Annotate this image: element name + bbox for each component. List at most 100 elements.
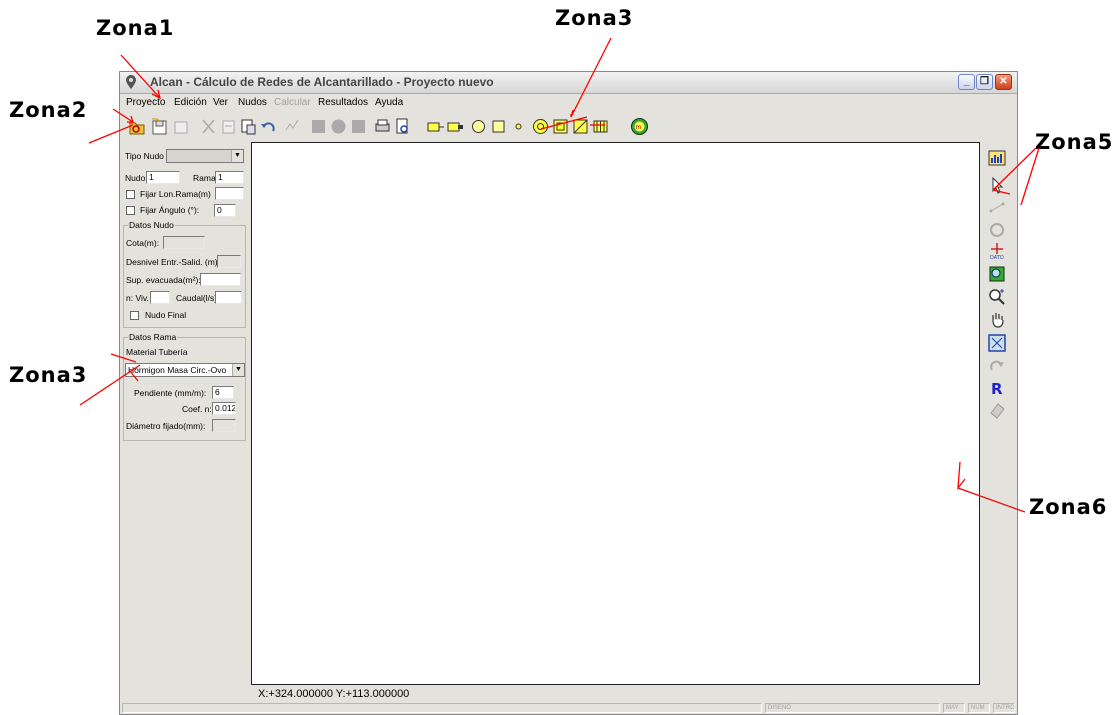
- eraser-icon[interactable]: [988, 401, 1006, 419]
- sup-evacuada-field[interactable]: [200, 273, 241, 286]
- meter-icon[interactable]: m: [630, 116, 649, 137]
- grid-node-icon[interactable]: [591, 116, 610, 137]
- box-node-icon[interactable]: [551, 116, 570, 137]
- window-title: Alcan - Cálculo de Redes de Alcantarilla…: [150, 75, 494, 89]
- restore-icon[interactable]: ❐: [976, 74, 993, 90]
- menu-edicion[interactable]: Edición: [174, 97, 207, 108]
- cota-field[interactable]: [163, 236, 205, 249]
- status-num: NUM: [968, 703, 990, 713]
- app-window: Alcan - Cálculo de Redes de Alcantarilla…: [119, 71, 1018, 715]
- status-intro: INTRO: [993, 703, 1015, 713]
- menu-resultados[interactable]: Resultados: [318, 97, 368, 108]
- diagonal-node-icon[interactable]: [571, 116, 590, 137]
- fijar-lon-checkbox[interactable]: [126, 190, 135, 199]
- open-folder-icon[interactable]: [128, 116, 147, 137]
- menu-nudos[interactable]: Nudos: [238, 97, 267, 108]
- hand-pan-icon[interactable]: [988, 311, 1006, 329]
- nudo-final-label: Nudo Final: [145, 310, 187, 320]
- coef-n-field[interactable]: 0.012: [212, 402, 236, 415]
- close-icon[interactable]: ✕: [995, 74, 1012, 90]
- menu-calcular[interactable]: Calcular: [274, 97, 311, 108]
- coef-n-label: Coef. n:: [182, 404, 212, 414]
- desnivel-field[interactable]: [217, 255, 241, 268]
- main-toolbar: m: [120, 112, 1017, 142]
- node-circle-icon[interactable]: [329, 116, 348, 137]
- datos-rama-title: Datos Rama: [128, 332, 178, 342]
- svg-text:DATO: DATO: [990, 255, 1004, 260]
- dot-node-icon[interactable]: [509, 116, 528, 137]
- nudo-label: Nudo: [125, 173, 146, 183]
- print-preview-icon[interactable]: [393, 116, 412, 137]
- caudal-label: Caudal(l/s): [176, 293, 218, 303]
- menu-proyecto[interactable]: Proyecto: [126, 97, 165, 108]
- settings-disabled-icon[interactable]: [988, 221, 1006, 239]
- target-node-icon[interactable]: [531, 116, 550, 137]
- svg-text:m: m: [636, 124, 642, 131]
- zona5-label: Zona5: [1035, 130, 1114, 154]
- pendiente-field[interactable]: 6: [212, 386, 234, 399]
- desnivel-label: Desnivel Entr.-Salid. (m):: [126, 257, 220, 267]
- nudo-field[interactable]: 1: [146, 171, 180, 184]
- distance-icon[interactable]: [988, 199, 1006, 217]
- status-may: MAY: [943, 703, 965, 713]
- cut-icon[interactable]: [199, 116, 218, 137]
- chevron-down-icon: ▼: [232, 364, 244, 376]
- zoom-extents-icon[interactable]: [988, 334, 1006, 352]
- block-icon[interactable]: [309, 116, 328, 137]
- zona3-left-label: Zona3: [9, 363, 88, 387]
- r-icon[interactable]: R: [988, 379, 1006, 398]
- fijar-angulo-field[interactable]: 0: [214, 204, 236, 217]
- rama-field[interactable]: 1: [215, 171, 244, 184]
- status-message: [122, 703, 762, 713]
- fijar-lon-field[interactable]: [215, 187, 244, 200]
- datos-nudo-title: Datos Nudo: [128, 220, 175, 230]
- rama-label: Rama: [193, 173, 216, 183]
- title-bar: Alcan - Cálculo de Redes de Alcantarilla…: [120, 72, 1017, 94]
- circle-node-icon[interactable]: [469, 116, 488, 137]
- bar-chart-icon[interactable]: [988, 149, 1006, 167]
- cota-label: Cota(m):: [126, 238, 160, 248]
- tipo-nudo-select[interactable]: ▼: [166, 149, 244, 163]
- save-icon[interactable]: [150, 116, 169, 137]
- block2-icon[interactable]: [349, 116, 368, 137]
- diametro-label: Diámetro fijado(mm):: [126, 421, 206, 431]
- fijar-angulo-checkbox[interactable]: [126, 206, 135, 215]
- pendiente-label: Pendiente (mm/m):: [134, 388, 207, 398]
- paste-icon[interactable]: [219, 116, 238, 137]
- zona1-label: Zona1: [96, 16, 175, 40]
- undo-icon[interactable]: [259, 116, 278, 137]
- zona2-label: Zona2: [9, 98, 88, 122]
- pointer-icon[interactable]: [988, 176, 1006, 194]
- zona3-top-label: Zona3: [555, 6, 634, 30]
- paste-special-icon[interactable]: [239, 116, 258, 137]
- drawing-canvas[interactable]: [251, 142, 980, 685]
- nudo-final-checkbox[interactable]: [130, 311, 139, 320]
- zoom-window-icon[interactable]: [988, 265, 1006, 283]
- material-tuberia-label: Material Tubería: [126, 347, 188, 357]
- fijar-lon-label: Fijar Lon.Rama(m): [140, 189, 211, 199]
- copy-icon[interactable]: [172, 116, 191, 137]
- material-tuberia-select[interactable]: Hormigon Masa Circ.-Ovo ▼: [125, 363, 245, 377]
- svg-text:R: R: [991, 380, 1003, 397]
- square-node-icon[interactable]: [489, 116, 508, 137]
- app-icon: [126, 75, 136, 89]
- diametro-field[interactable]: [212, 419, 236, 432]
- node-tool-1-icon[interactable]: [426, 116, 445, 137]
- dato-icon[interactable]: DATO: [988, 242, 1006, 261]
- menu-bar: Proyecto Edición Ver Nudos Calcular Resu…: [120, 94, 1017, 112]
- fijar-angulo-label: Fijar Ángulo (°):: [140, 205, 200, 215]
- calc-icon[interactable]: [283, 116, 302, 137]
- viviendas-field[interactable]: [150, 291, 170, 304]
- sup-evacuada-label: Sup. evacuada(m²):: [126, 275, 201, 285]
- menu-ayuda[interactable]: Ayuda: [375, 97, 403, 108]
- tipo-nudo-label: Tipo Nudo: [125, 151, 164, 161]
- left-panel: Tipo Nudo ▼ Nudo 1 Rama 1 Fijar Lon.Rama…: [120, 142, 249, 703]
- minimize-icon[interactable]: _: [958, 74, 975, 90]
- zoom-magnifier-icon[interactable]: [988, 288, 1006, 306]
- node-tool-2-icon[interactable]: [446, 116, 465, 137]
- caudal-field[interactable]: [215, 291, 242, 304]
- redo-icon[interactable]: [988, 357, 1006, 375]
- print-icon[interactable]: [373, 116, 392, 137]
- zona6-label: Zona6: [1029, 495, 1108, 519]
- menu-ver[interactable]: Ver: [213, 97, 228, 108]
